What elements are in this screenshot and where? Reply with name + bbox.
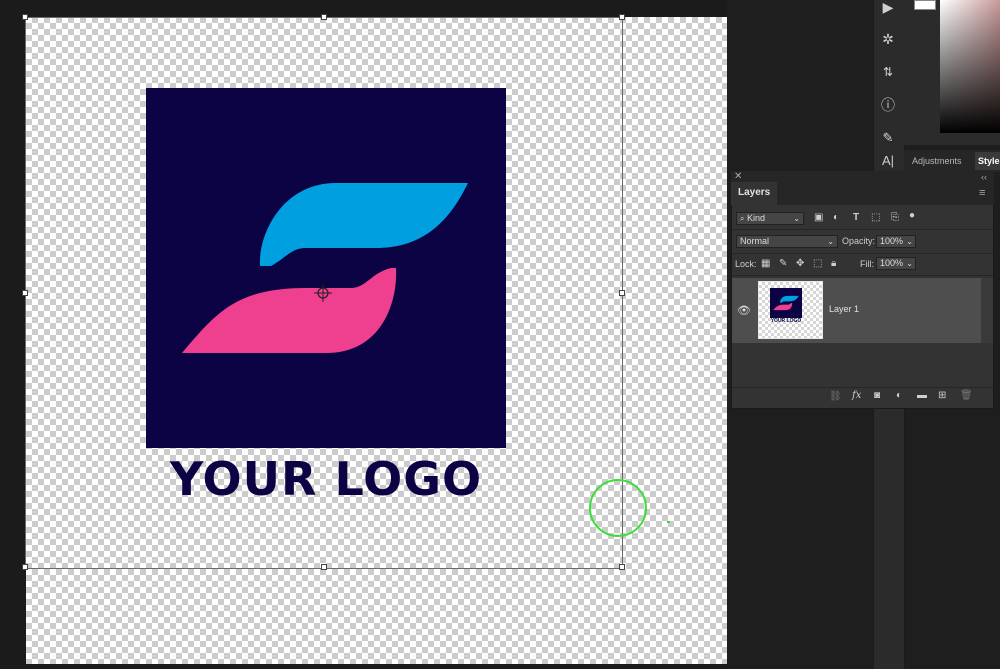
new-layer-icon[interactable]: ⊞ [938,390,946,402]
sample-icon[interactable]: ⇅ [877,60,899,84]
filter-kind-select[interactable]: ⌕ Kind ⌄ [736,212,804,225]
tab-layers[interactable]: Layers [731,182,778,205]
layers-footer [732,387,993,408]
info-icon[interactable]: ⓘ [877,93,899,117]
opacity-input[interactable]: 100% ⌄ [876,235,916,248]
filter-toggle-icon[interactable]: ● [909,210,915,222]
fill-input[interactable]: 100% ⌄ [876,257,916,270]
panel-menu-icon[interactable]: ≡ [979,187,985,199]
filter-type-icon[interactable]: T [853,212,859,224]
adjustment-layer-icon[interactable]: ◐ [896,390,902,402]
chevron-down-icon: ⌄ [906,237,913,246]
transform-handle-left[interactable] [22,290,28,296]
lock-position-icon[interactable]: ✥ [796,258,804,270]
search-icon: ⌕ [740,214,745,223]
chevron-down-icon: ⌄ [793,214,800,223]
transform-handle-top-left[interactable] [22,14,28,20]
layers-scrollbar[interactable] [981,278,993,343]
blend-mode-label: Normal [740,236,770,246]
transform-handle-top-right[interactable] [619,14,625,20]
lock-transparent-icon[interactable]: ▦ [761,258,770,270]
trash-icon[interactable]: 🗑︎ [960,390,973,402]
opacity-label: Opacity: [842,236,876,246]
chevron-down-icon: ⌄ [906,259,913,268]
reference-point-icon[interactable] [314,284,332,302]
transform-handle-top[interactable] [321,14,327,20]
blend-mode-select[interactable]: Normal ⌄ [736,235,838,248]
lock-label: Lock: [735,259,757,269]
cursor-highlight-ring [589,479,647,537]
add-mask-icon[interactable]: ◙ [874,390,880,402]
tab-styles[interactable]: Styles [975,152,1000,170]
layer-thumbnail-text: YOUR LOGO [770,318,802,324]
filter-shape-icon[interactable]: ⬚ [871,212,880,224]
lock-image-icon[interactable]: ✎ [779,258,787,270]
filter-smart-object-icon[interactable]: ⎘ [891,212,899,224]
link-layers-icon[interactable]: ⛓ [829,391,842,403]
foreground-color-swatch[interactable] [914,0,936,10]
lock-artboard-icon[interactable]: ⬚ [813,258,822,270]
brush-icon[interactable]: ✎ [877,126,899,150]
opacity-value: 100% [880,236,904,246]
filter-kind-label: Kind [747,213,766,223]
fill-label: Fill: [860,259,874,269]
collapse-icon[interactable]: ‹‹ [981,172,987,182]
transform-handle-bottom-left[interactable] [22,564,28,570]
close-icon[interactable]: ✕ [734,171,742,182]
transform-handle-bottom-right[interactable] [619,564,625,570]
color-picker-field[interactable] [940,0,1000,133]
play-icon[interactable]: ▶ [877,0,899,19]
new-group-icon[interactable]: ▬ [917,390,927,402]
cursor-dot [667,521,670,523]
type-icon[interactable]: A| [877,148,899,172]
3d-axis-icon[interactable]: ✲ [877,27,899,51]
transform-handle-bottom[interactable] [321,564,327,570]
layer-thumbnail-logo [770,288,802,318]
transform-handle-right[interactable] [619,290,625,296]
layer-name[interactable]: Layer 1 [829,304,859,314]
tab-adjustments[interactable]: Adjustments [906,152,968,170]
chevron-down-icon: ⌄ [827,237,834,246]
fill-value: 100% [880,258,904,268]
filter-adjustment-icon[interactable]: ◐ [833,212,839,224]
fx-icon[interactable]: fx [852,390,861,402]
eye-icon[interactable]: 👁︎ [737,304,751,317]
lock-all-icon[interactable]: 🔒︎ [831,258,836,270]
filter-pixel-icon[interactable]: ▣ [814,212,823,224]
